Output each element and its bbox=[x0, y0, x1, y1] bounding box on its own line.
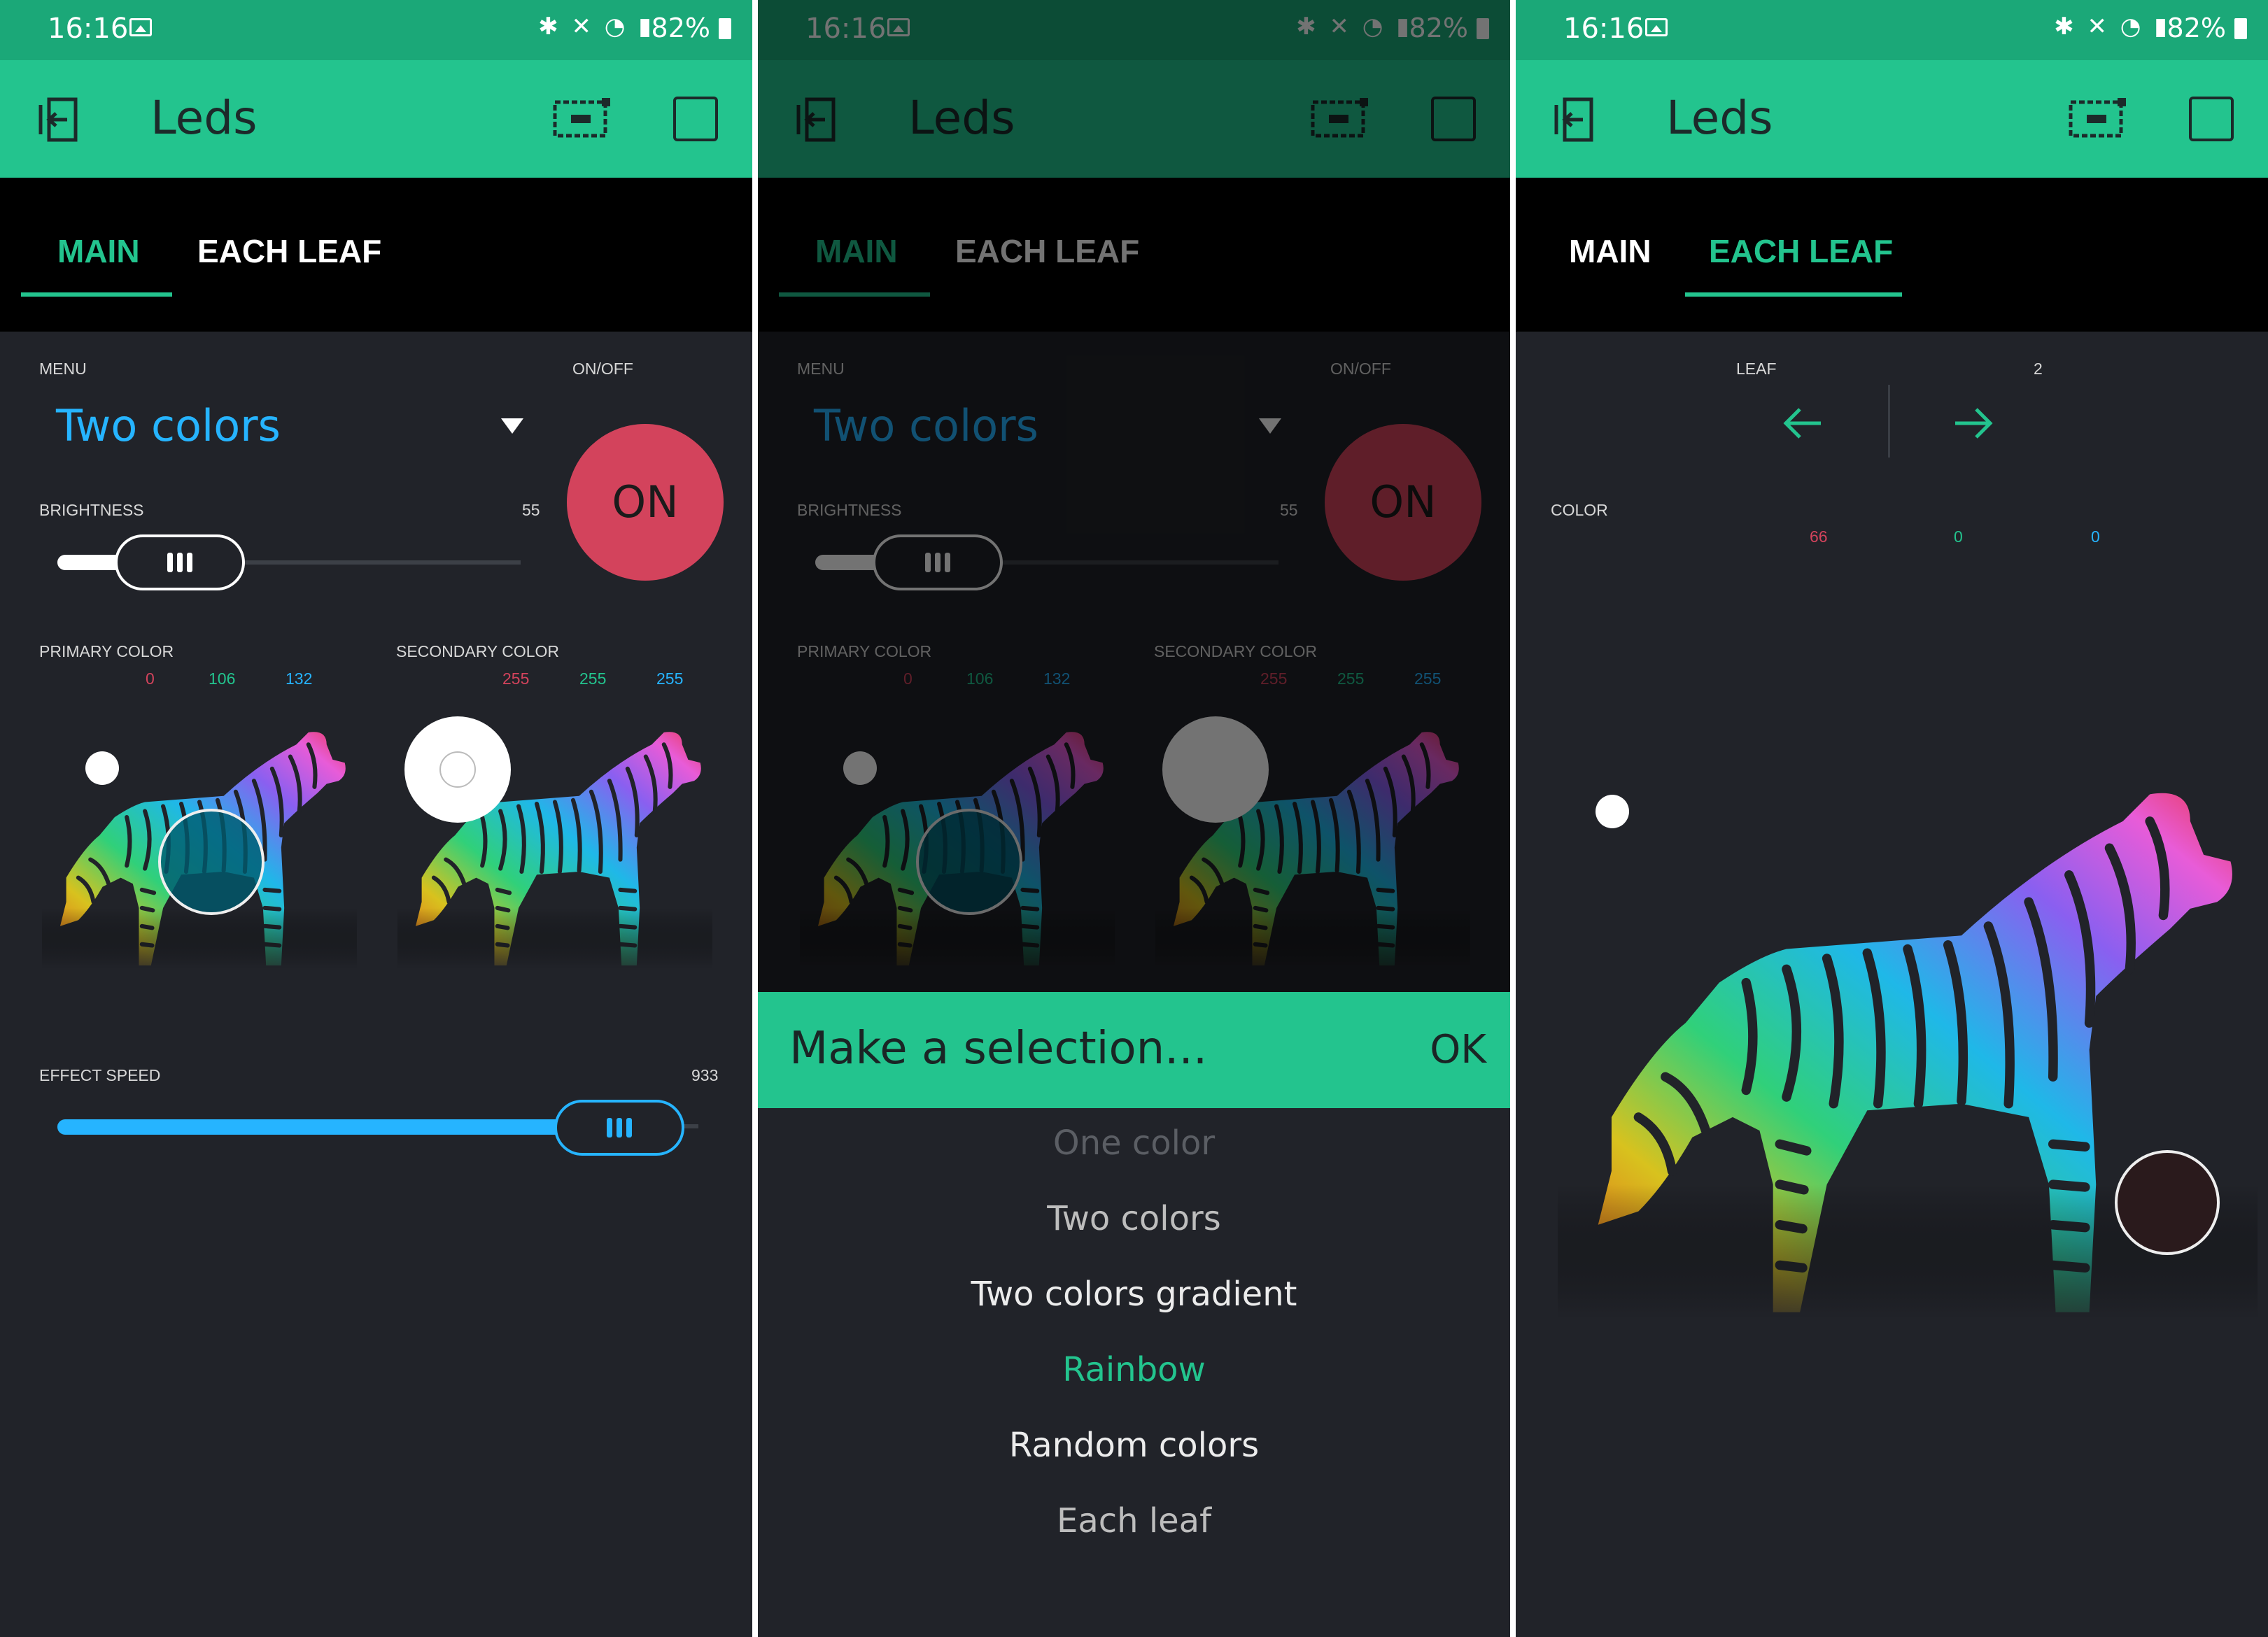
tab-each-leaf[interactable]: EACH LEAF bbox=[1709, 232, 1893, 270]
selection-header: Make a selection... OK bbox=[758, 992, 1510, 1108]
square-icon[interactable] bbox=[2189, 97, 2234, 141]
exit-icon[interactable] bbox=[1551, 95, 1600, 144]
leaf-color-wheel-zebra[interactable] bbox=[1558, 742, 2258, 1385]
effect-speed-value: 933 bbox=[691, 1066, 719, 1084]
effect-speed-handle[interactable] bbox=[554, 1100, 684, 1156]
brightness-handle[interactable] bbox=[115, 534, 245, 590]
each-leaf-screen: 16:16 ✱ ✕ ◔ ▮ 82% Leds MAIN EACH LEAF LE… bbox=[1516, 0, 2268, 1637]
battery-percent: 82% bbox=[2167, 13, 2226, 43]
square-icon[interactable] bbox=[673, 97, 718, 141]
option-each-leaf[interactable]: Each leaf bbox=[758, 1501, 1510, 1540]
brightness-value: 55 bbox=[522, 501, 540, 519]
status-time: 16:16 bbox=[1563, 13, 1644, 45]
exit-icon[interactable] bbox=[35, 95, 84, 144]
status-icons: ✱ ✕ ◔ ▮ bbox=[538, 13, 654, 41]
tab-each-leaf[interactable]: EACH LEAF bbox=[197, 232, 381, 270]
effect-speed-label: EFFECT SPEED bbox=[39, 1066, 161, 1084]
tab-indicator bbox=[21, 292, 172, 297]
leaf-label: LEAF bbox=[1736, 360, 1777, 378]
selection-list: One color Two colors Two colors gradient… bbox=[758, 1108, 1510, 1637]
tab-bar: MAIN EACH LEAF bbox=[1516, 178, 2268, 332]
status-bar: 16:16 ✱ ✕ ◔ ▮ 82% bbox=[1516, 0, 2268, 60]
device-icon[interactable] bbox=[553, 97, 612, 140]
modal-overlay[interactable] bbox=[758, 0, 1510, 992]
secondary-b: 255 bbox=[656, 669, 684, 688]
option-two-colors[interactable]: Two colors bbox=[758, 1199, 1510, 1238]
photo-icon bbox=[129, 18, 152, 36]
color-label: COLOR bbox=[1551, 501, 1608, 519]
tab-main[interactable]: MAIN bbox=[1569, 232, 1651, 270]
brightness-label: BRIGHTNESS bbox=[39, 501, 144, 519]
leaf-color-picker[interactable] bbox=[2115, 1150, 2220, 1255]
menu-dropdown[interactable]: Two colors bbox=[56, 400, 281, 451]
on-off-button[interactable]: ON bbox=[567, 424, 724, 581]
option-two-colors-gradient[interactable]: Two colors gradient bbox=[758, 1275, 1510, 1314]
secondary-g: 255 bbox=[579, 669, 607, 688]
secondary-color-label: SECONDARY COLOR bbox=[396, 642, 560, 660]
leaf-value: 2 bbox=[2034, 360, 2043, 378]
status-bar: 16:16 ✱ ✕ ◔ ▮ 82% bbox=[0, 0, 752, 60]
battery-icon bbox=[719, 18, 731, 39]
selection-title: Make a selection... bbox=[789, 1023, 1208, 1075]
option-random-colors[interactable]: Random colors bbox=[758, 1426, 1510, 1465]
photo-icon bbox=[1645, 18, 1668, 36]
effect-speed-fill bbox=[57, 1119, 575, 1135]
leaf-divider bbox=[1888, 385, 1890, 458]
primary-b: 132 bbox=[286, 669, 313, 688]
primary-g: 106 bbox=[209, 669, 236, 688]
leaf-color-b: 0 bbox=[2091, 527, 2100, 546]
option-one-color[interactable]: One color bbox=[758, 1124, 1510, 1163]
battery-icon bbox=[2234, 18, 2247, 39]
tab-main[interactable]: MAIN bbox=[57, 232, 140, 270]
arrow-left-icon[interactable] bbox=[1782, 406, 1824, 441]
option-rainbow[interactable]: Rainbow bbox=[758, 1350, 1510, 1389]
app-bar: Leds bbox=[1516, 60, 2268, 178]
primary-color-label: PRIMARY COLOR bbox=[39, 642, 174, 660]
main-screen: 16:16 ✱ ✕ ◔ ▮ 82% Leds MAIN EACH LEAF ME… bbox=[0, 0, 752, 1637]
leaf-brightness-dot[interactable] bbox=[1596, 795, 1629, 828]
ok-button[interactable]: OK bbox=[1430, 1027, 1486, 1072]
app-bar: Leds bbox=[0, 60, 752, 178]
leaf-color-g: 0 bbox=[1954, 527, 1963, 546]
device-icon[interactable] bbox=[2069, 97, 2127, 140]
status-time: 16:16 bbox=[48, 13, 129, 45]
battery-percent: 82% bbox=[651, 13, 710, 43]
status-icons: ✱ ✕ ◔ ▮ bbox=[2054, 13, 2170, 41]
primary-color-picker[interactable] bbox=[158, 809, 265, 915]
primary-brightness-dot[interactable] bbox=[85, 751, 119, 785]
arrow-right-icon[interactable] bbox=[1952, 406, 1994, 441]
secondary-picker-center bbox=[439, 751, 476, 788]
menu-label: MENU bbox=[39, 360, 87, 378]
secondary-r: 255 bbox=[502, 669, 530, 688]
dropdown-arrow-icon[interactable] bbox=[501, 418, 523, 434]
tab-indicator bbox=[1685, 292, 1902, 297]
primary-r: 0 bbox=[146, 669, 155, 688]
app-title: Leds bbox=[1666, 91, 1773, 145]
tab-bar: MAIN EACH LEAF bbox=[0, 178, 752, 332]
leaf-color-r: 66 bbox=[1810, 527, 1828, 546]
onoff-label: ON/OFF bbox=[572, 360, 633, 378]
selection-screen: 16:16 ✱ ✕ ◔ ▮ 82% Leds MAIN EACH LEAF ME… bbox=[758, 0, 1510, 1637]
app-title: Leds bbox=[150, 91, 258, 145]
